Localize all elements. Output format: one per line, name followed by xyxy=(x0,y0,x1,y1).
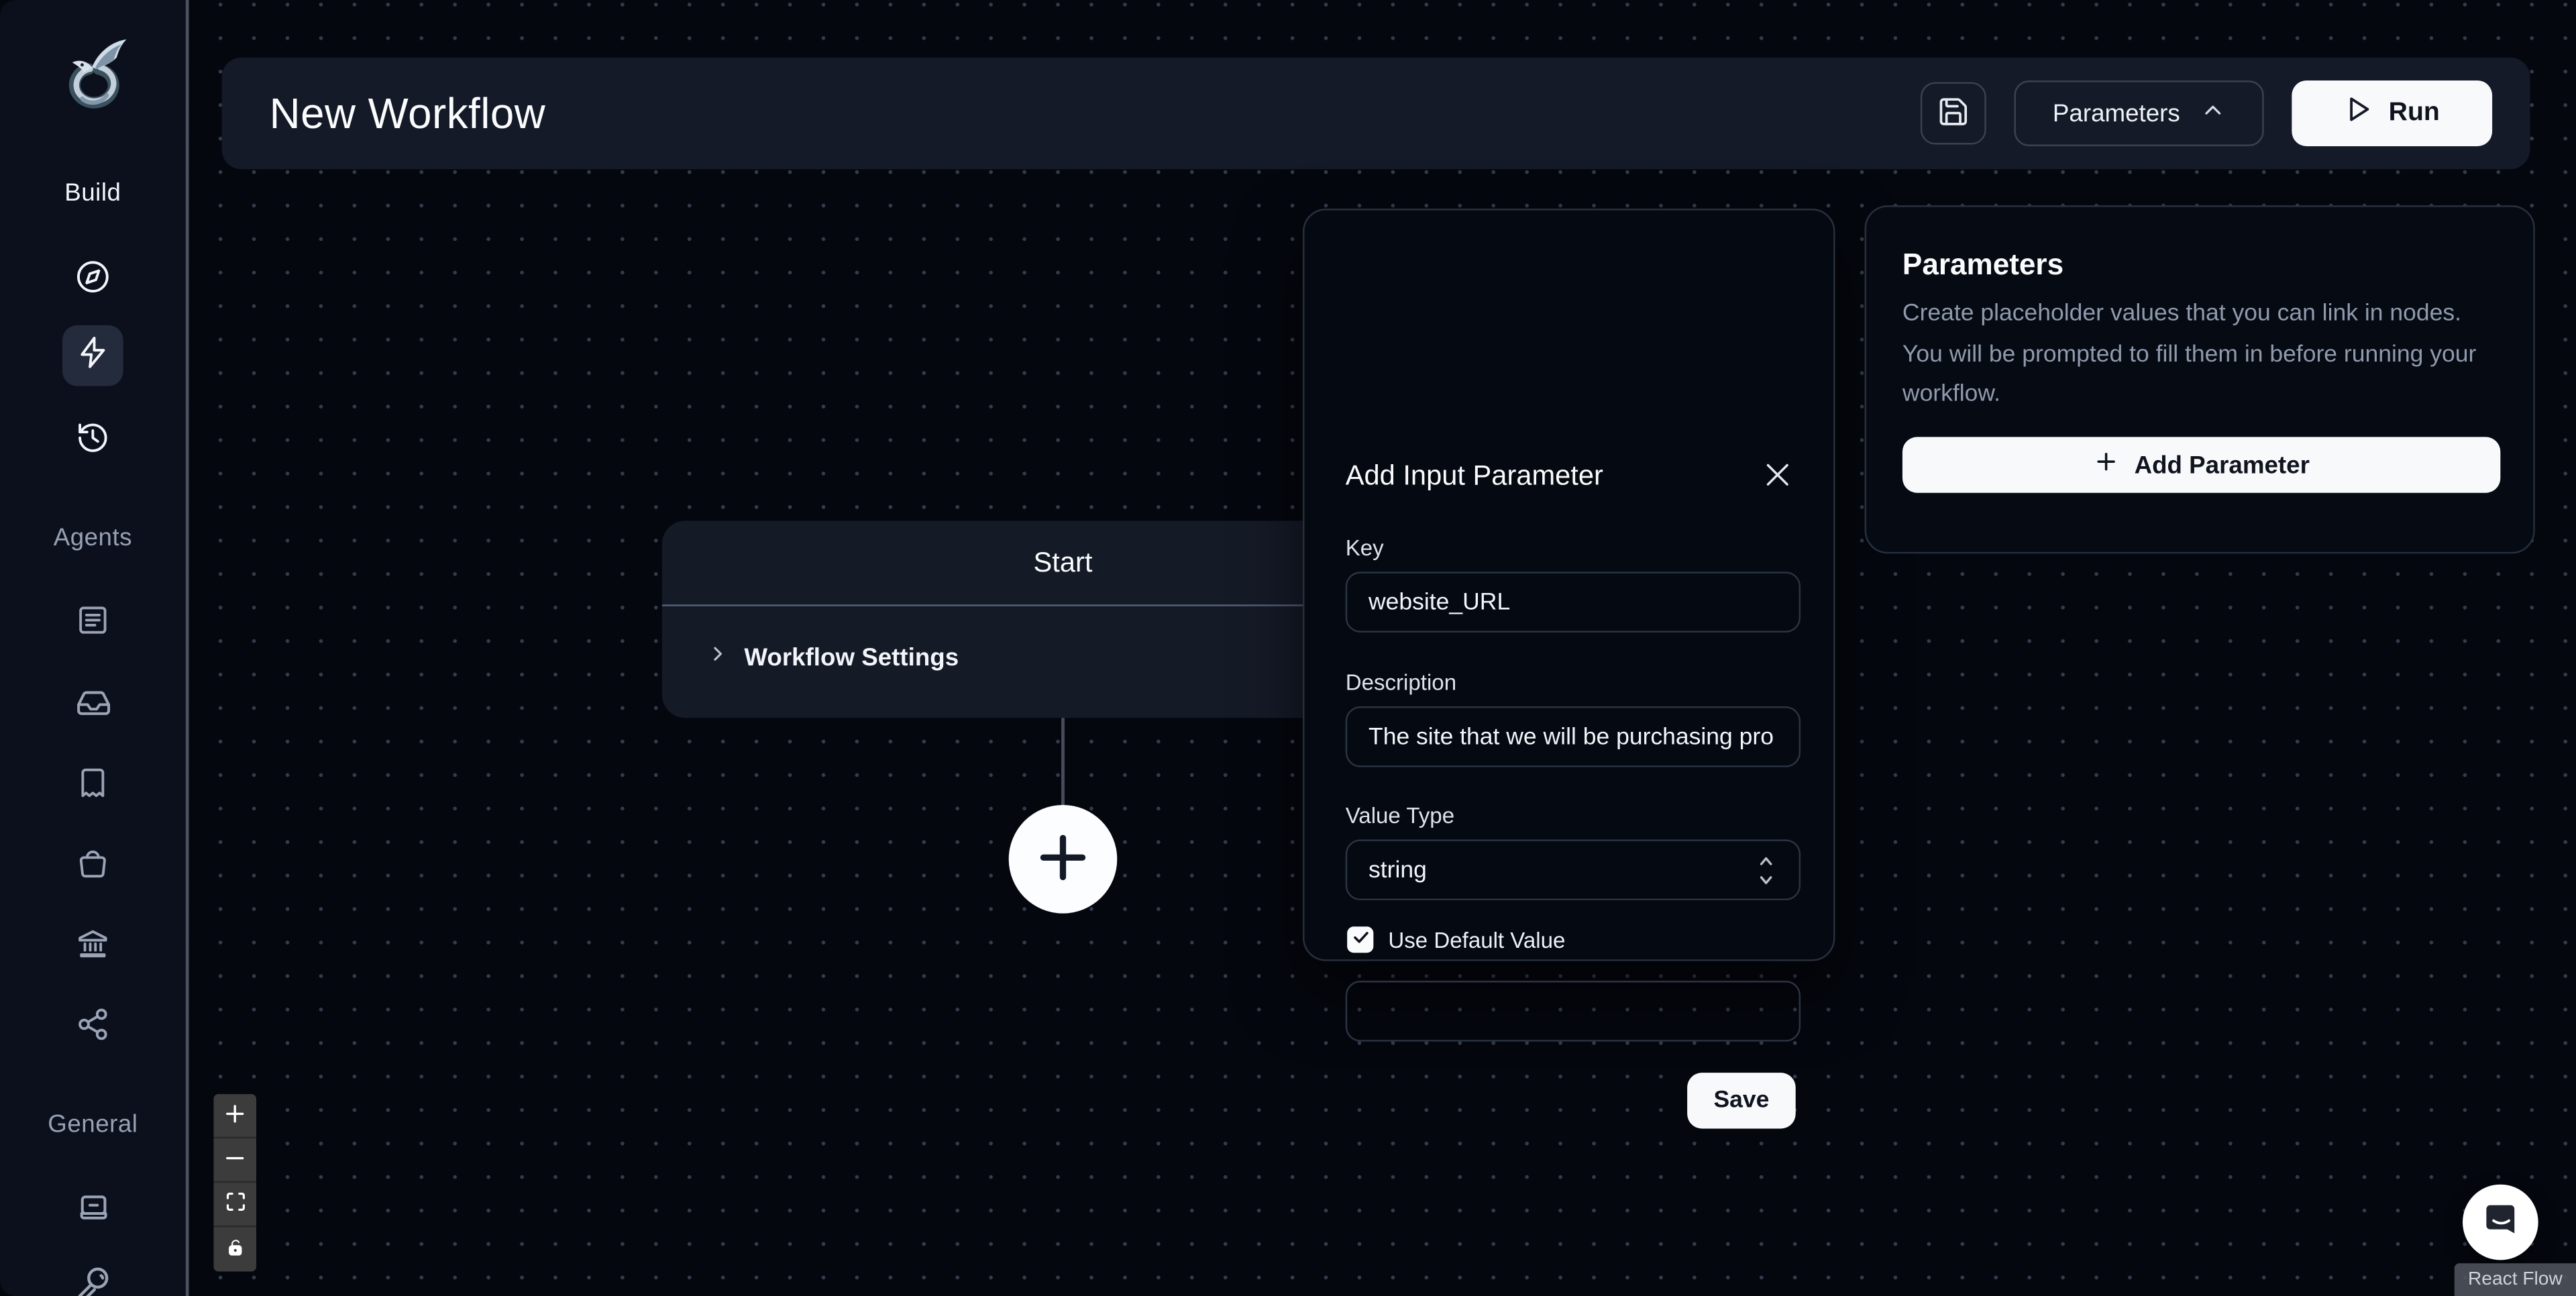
key-icon xyxy=(73,1265,113,1296)
document-icon xyxy=(76,603,110,637)
use-default-checkbox[interactable] xyxy=(1347,926,1373,953)
section-label-build: Build xyxy=(0,179,186,207)
key-input[interactable] xyxy=(1346,572,1801,633)
attribution-label: React Flow xyxy=(2468,1270,2563,1289)
add-node-button[interactable] xyxy=(1009,805,1118,914)
sidebar-item-notes[interactable] xyxy=(0,603,186,637)
add-input-parameter-modal: Add Input Parameter Key Description Valu… xyxy=(1303,209,1835,961)
sidebar-item-receipts[interactable] xyxy=(0,765,186,800)
sidebar-item-shop[interactable] xyxy=(0,846,186,880)
key-label: Key xyxy=(1346,535,1384,560)
chat-launcher-button[interactable] xyxy=(2463,1185,2538,1260)
zoom-in-icon xyxy=(223,1101,246,1130)
chevrons-up-down-icon xyxy=(1755,853,1778,896)
share-icon xyxy=(76,1007,110,1041)
parameters-panel: Parameters Create placeholder values tha… xyxy=(1865,205,2535,553)
check-icon xyxy=(1351,925,1369,955)
sidebar-item-history[interactable] xyxy=(0,421,186,455)
sidebar-item-workflows[interactable] xyxy=(62,325,123,386)
description-input[interactable] xyxy=(1346,706,1801,767)
sidebar-item-devices[interactable] xyxy=(0,1189,186,1226)
sidebar-item-inbox[interactable] xyxy=(0,685,186,721)
zoom-out-button[interactable] xyxy=(213,1138,256,1183)
description-label: Description xyxy=(1346,670,1456,695)
receipt-icon xyxy=(76,765,110,800)
sidebar-item-integrations[interactable] xyxy=(0,1007,186,1041)
bank-icon xyxy=(76,926,110,961)
page-title: New Workflow xyxy=(270,88,546,139)
fit-view-button[interactable] xyxy=(213,1183,256,1227)
react-flow-attribution[interactable]: React Flow xyxy=(2455,1263,2576,1296)
chevron-right-icon xyxy=(706,643,729,674)
workflow-settings-toggle[interactable]: Workflow Settings xyxy=(706,643,959,674)
parameters-panel-title: Parameters xyxy=(1902,248,2063,282)
play-icon xyxy=(2345,95,2373,131)
modal-title: Add Input Parameter xyxy=(1346,460,1603,493)
workflow-settings-label: Workflow Settings xyxy=(744,644,959,672)
sidebar-item-finance[interactable] xyxy=(0,926,186,961)
value-type-label: Value Type xyxy=(1346,804,1454,828)
value-type-select[interactable]: string xyxy=(1346,839,1801,900)
run-button-label: Run xyxy=(2389,99,2440,128)
sidebar-item-keys[interactable] xyxy=(0,1265,186,1296)
chat-bubble-icon xyxy=(2480,1199,2521,1246)
section-label-general: General xyxy=(0,1111,186,1139)
app-root: Build xyxy=(0,0,2576,1296)
lock-toggle-button[interactable] xyxy=(213,1227,256,1271)
save-parameter-button[interactable]: Save xyxy=(1687,1073,1796,1128)
save-icon xyxy=(1937,95,1970,132)
plus-icon xyxy=(1032,826,1094,893)
flow-controls xyxy=(213,1094,256,1271)
parameters-panel-description: Create placeholder values that you can l… xyxy=(1902,294,2504,415)
parameters-toggle-button[interactable]: Parameters xyxy=(2015,80,2264,146)
edge-connector xyxy=(1061,718,1065,818)
add-parameter-button[interactable]: Add Parameter xyxy=(1902,437,2500,492)
sidebar: Build xyxy=(0,0,189,1296)
dragon-logo[interactable] xyxy=(59,36,131,115)
close-icon[interactable] xyxy=(1761,458,1794,491)
use-default-value-label: Use Default Value xyxy=(1388,927,1565,952)
history-icon xyxy=(76,421,110,455)
save-button[interactable] xyxy=(1921,82,1987,144)
sidebar-item-explore[interactable] xyxy=(0,260,186,294)
add-parameter-label: Add Parameter xyxy=(2135,451,2310,479)
run-button[interactable]: Run xyxy=(2292,80,2492,146)
zoom-in-button[interactable] xyxy=(213,1094,256,1138)
zoom-out-icon xyxy=(223,1146,246,1174)
parameters-button-label: Parameters xyxy=(2053,99,2180,127)
section-label-agents: Agents xyxy=(0,524,186,552)
use-default-value-row[interactable]: Use Default Value xyxy=(1347,926,1565,953)
inbox-icon xyxy=(74,685,111,721)
fit-view-icon xyxy=(224,1191,246,1218)
shopping-bag-icon xyxy=(76,846,110,880)
plus-icon xyxy=(2093,449,2119,482)
compass-icon xyxy=(76,260,110,294)
value-type-selected: string xyxy=(1368,857,1427,883)
workflow-canvas[interactable]: New Workflow Parameters xyxy=(189,0,2576,1296)
unlock-icon xyxy=(224,1236,246,1262)
zap-icon xyxy=(76,334,110,377)
default-value-input[interactable] xyxy=(1346,981,1801,1042)
laptop-icon xyxy=(74,1189,111,1226)
workflow-header: New Workflow Parameters xyxy=(222,58,2530,170)
chevron-up-icon xyxy=(2200,97,2226,129)
